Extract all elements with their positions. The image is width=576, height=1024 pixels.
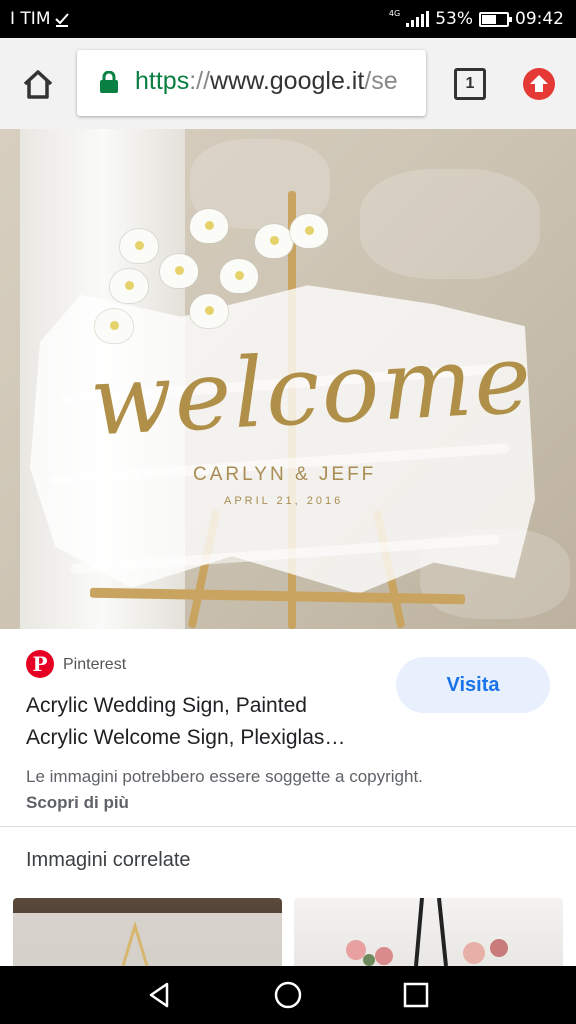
result-info-panel: P Pinterest Acrylic Wedding Sign, Painte… bbox=[0, 629, 576, 826]
sign-welcome-text: welcome bbox=[87, 322, 536, 458]
orchid-flower bbox=[190, 294, 228, 328]
copyright-notice: Le immagini potrebbero essere soggette a… bbox=[26, 764, 446, 816]
copyright-text: Le immagini potrebbero essere soggette a… bbox=[26, 767, 423, 786]
home-button[interactable] bbox=[16, 64, 60, 104]
learn-more-link[interactable]: Scopri di più bbox=[26, 793, 129, 812]
recents-button[interactable] bbox=[401, 980, 431, 1010]
tab-switcher-button[interactable]: 1 bbox=[454, 68, 486, 100]
sign-date: APRIL 21, 2016 bbox=[224, 495, 344, 507]
result-title-line2: Acrylic Welcome Sign, Plexiglas… bbox=[26, 726, 346, 749]
result-title-line1: Acrylic Wedding Sign, Painted bbox=[26, 694, 307, 717]
orchid-flower bbox=[220, 259, 258, 293]
url-scheme: https bbox=[135, 67, 190, 95]
flower-arrangement-shape bbox=[346, 898, 508, 966]
orchid-flower bbox=[95, 309, 133, 343]
related-images-heading: Immagini correlate bbox=[26, 849, 191, 871]
pinterest-icon: P bbox=[26, 650, 54, 678]
network-type: 4G bbox=[388, 8, 401, 18]
home-icon bbox=[23, 70, 53, 99]
address-bar[interactable]: https://www.google.it/se bbox=[77, 50, 426, 116]
status-bar: I TIM 4G 53% 09:42 bbox=[0, 0, 576, 38]
stone-texture bbox=[360, 169, 540, 279]
related-image-thumbnail[interactable] bbox=[294, 898, 563, 966]
circle-home-icon bbox=[274, 981, 302, 1009]
orchid-flower bbox=[110, 269, 148, 303]
home-nav-button[interactable] bbox=[273, 980, 303, 1010]
url-text: https://www.google.it/se bbox=[135, 67, 398, 96]
orchid-flower bbox=[190, 209, 228, 243]
update-arrow-icon bbox=[530, 75, 548, 92]
source-label[interactable]: Pinterest bbox=[63, 656, 126, 674]
update-button[interactable] bbox=[523, 68, 555, 100]
orchid-flower bbox=[290, 214, 328, 248]
lock-icon bbox=[100, 71, 118, 93]
orchid-flower bbox=[120, 229, 158, 263]
browser-toolbar: https://www.google.it/se 1 bbox=[0, 38, 576, 129]
divider bbox=[0, 826, 576, 827]
battery-icon bbox=[479, 11, 512, 27]
visit-button[interactable]: Visita bbox=[396, 657, 550, 713]
url-separator: :// bbox=[189, 67, 211, 95]
square-recents-icon bbox=[403, 982, 429, 1008]
battery-percent: 53% bbox=[435, 9, 473, 29]
back-button[interactable] bbox=[145, 980, 175, 1010]
related-image-thumbnail[interactable] bbox=[13, 898, 282, 966]
url-host: www.google.it bbox=[210, 67, 365, 95]
orchid-flower bbox=[160, 254, 198, 288]
clock: 09:42 bbox=[515, 9, 564, 29]
carrier-label: I TIM bbox=[10, 9, 51, 29]
system-nav-bar bbox=[0, 966, 576, 1024]
orchid-flower bbox=[255, 224, 293, 258]
data-check-icon bbox=[55, 13, 70, 27]
sign-names: CARLYN & JEFF bbox=[193, 464, 377, 485]
result-image[interactable]: welcome CARLYN & JEFF APRIL 21, 2016 bbox=[0, 129, 576, 629]
result-title[interactable]: Acrylic Wedding Sign, Painted Acrylic We… bbox=[26, 690, 386, 754]
url-path: /se bbox=[364, 67, 398, 95]
signal-icon bbox=[406, 11, 430, 27]
back-icon bbox=[149, 982, 169, 1008]
easel-shape bbox=[13, 913, 282, 966]
